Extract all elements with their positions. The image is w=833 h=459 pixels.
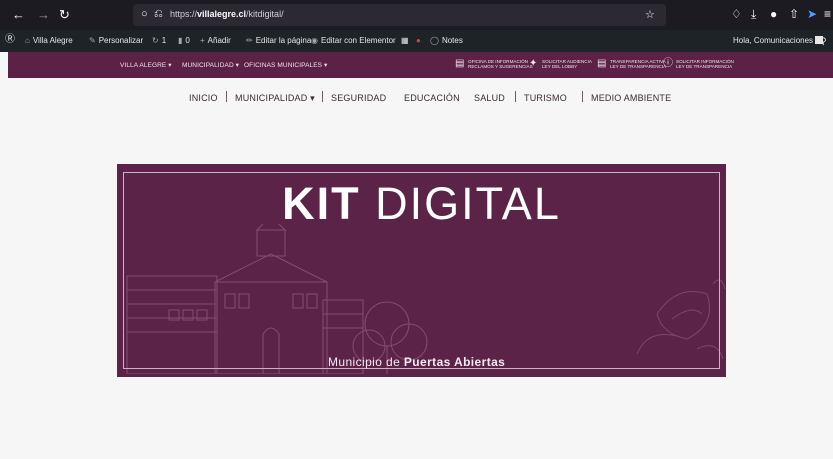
addon-icon[interactable]: ➤ (807, 7, 817, 21)
admin-comments-count: 0 (185, 36, 190, 45)
admin-notes-label: Notes (441, 36, 463, 45)
admin-greeting: Hola, Comunicaciones (733, 36, 814, 45)
url-text[interactable]: https://villalegre.cl/kitdigital/ (170, 9, 284, 19)
admin-edit-elementor-label: Editar con Elementor (320, 36, 396, 45)
topbar-link-line2: LEY DEL LOBBY (542, 64, 578, 69)
browser-toolbar: ← → ↻ ○ ⎌ https://villalegre.cl/kitdigit… (0, 0, 833, 30)
nav-separator (226, 91, 227, 102)
people-icon: ✦ (529, 58, 538, 69)
admin-add-new-label: Añadir (207, 36, 231, 45)
lock-icon[interactable]: ⎌ (154, 8, 163, 21)
admin-edit-page[interactable]: ✏ Editar la página (246, 35, 311, 47)
document-icon: ▤ (455, 58, 465, 69)
nav-item-turismo[interactable]: TURISMO (524, 93, 567, 103)
topbar-link-text: TRANSPARENCIA ACTIVA LEY DE TRANSPARENCIA (610, 59, 666, 69)
topbar-menu-municipalidad[interactable]: MUNICIPALIDAD ▾ (182, 61, 239, 69)
record-icon[interactable]: ● (416, 35, 421, 47)
admin-add-new[interactable]: + Añadir (200, 35, 231, 47)
pocket-icon[interactable]: ♢ (731, 7, 742, 21)
url-path: /kitdigital/ (246, 9, 284, 19)
admin-account[interactable]: Hola, Comunicaciones (733, 35, 824, 47)
url-domain: villalegre.cl (197, 9, 247, 19)
topbar-link-line2: RECLAMOS Y SUGERENCIAS (468, 64, 533, 69)
admin-search-icon[interactable]: ⚲ (820, 35, 827, 47)
topbar-link-line2: LEY DE TRANSPARENCIA (610, 64, 667, 69)
admin-updates-count: 1 (161, 36, 167, 45)
pencil-icon: ✏ (246, 36, 253, 45)
shield-icon[interactable]: ○ (141, 8, 148, 20)
topbar-menu-label: OFICINAS MUNICIPALES (244, 62, 323, 69)
notes-bubble-icon: ◯ (430, 36, 439, 45)
admin-customize-label: Personalizar (98, 36, 144, 45)
share-icon[interactable]: ⇧ (789, 7, 799, 21)
admin-site-name-label: Villa Alegre (32, 36, 73, 45)
menu-icon[interactable]: ≡ (824, 7, 831, 21)
nav-separator (582, 91, 583, 102)
wp-admin-bar: Ⓡ ⌂ Villa Alegre ✎ Personalizar ↻ 1 ▮ 0 + Aña… (0, 30, 833, 52)
main-nav: INICIO MUNICIPALIDAD ▾ SEGURIDAD EDUCACI… (8, 78, 833, 118)
plus-icon: + (200, 36, 205, 45)
url-prefix: https:// (170, 9, 198, 19)
banner-subtitle-prefix: Municipio de (328, 355, 401, 369)
topbar-link-text: SOLICITAR AUDIENCIA LEY DEL LOBBY (542, 59, 592, 69)
admin-edit-elementor[interactable]: ◉ Editar con Elementor (311, 35, 396, 47)
admin-notes[interactable]: ◯ Notes (430, 35, 463, 47)
nav-item-label: MUNICIPALIDAD (235, 93, 308, 103)
forward-icon[interactable]: → (37, 7, 50, 23)
nav-separator (322, 91, 323, 102)
nav-item-municipalidad[interactable]: MUNICIPALIDAD ▾ (235, 93, 315, 104)
topbar-link-text: SOLICITAR INFORMACIÓN LEY DE TRANSPARENCI… (676, 59, 734, 69)
banner-title-light: DIGITAL (375, 178, 561, 229)
admin-edit-page-label: Editar la página (255, 36, 312, 45)
nav-item-medio-ambiente[interactable]: MEDIO AMBIENTE (591, 93, 671, 103)
banner-title-bold: KIT (282, 178, 361, 229)
home-icon: ⌂ (25, 36, 30, 45)
nav-item-salud[interactable]: SALUD (474, 93, 505, 103)
address-bar[interactable]: ○ ⎌ https://villalegre.cl/kitdigital/ ☆ (133, 4, 666, 26)
banner-subtitle-bold: Puertas Abiertas (403, 355, 506, 369)
comment-icon: ▮ (178, 36, 183, 45)
bookmark-star-icon[interactable]: ☆ (645, 8, 655, 21)
topbar-menu-villa-alegre[interactable]: VILLA ALEGRE ▾ (120, 61, 172, 69)
download-icon[interactable]: ⤓ (751, 7, 756, 22)
admin-comments[interactable]: ▮ 0 (178, 35, 190, 47)
nav-separator (515, 91, 516, 102)
topbar-menu-oficinas[interactable]: OFICINAS MUNICIPALES ▾ (244, 61, 327, 69)
admin-customize[interactable]: ✎ Personalizar (89, 35, 143, 47)
reload-icon[interactable]: ↻ (59, 7, 70, 23)
admin-site-name[interactable]: ⌂ Villa Alegre (25, 35, 73, 47)
document-icon: ▤ (597, 58, 607, 69)
admin-tool-icon[interactable]: ▦ (401, 35, 409, 47)
back-icon[interactable]: ← (12, 7, 25, 23)
extension-icon[interactable]: ● (770, 7, 777, 21)
topbar-link-line2: LEY DE TRANSPARENCIA (676, 64, 733, 69)
admin-updates[interactable]: ↻ 1 (152, 35, 166, 47)
topbar-menu-label: VILLA ALEGRE (120, 62, 167, 69)
wordpress-logo-icon[interactable]: Ⓡ (5, 34, 15, 46)
updates-icon: ↻ (152, 36, 159, 45)
banner-title: KIT DIGITAL (117, 179, 726, 229)
topbar-link-text: OFICINA DE INFORMACIÓN RECLAMOS Y SUGEREN… (468, 59, 533, 69)
banner-subtitle: Municipio de Puertas Abiertas (328, 355, 505, 369)
site-top-bar: VILLA ALEGRE ▾ MUNICIPALIDAD ▾ OFICINAS … (8, 52, 833, 78)
elementor-icon: ◉ (311, 36, 318, 45)
nav-item-inicio[interactable]: INICIO (189, 93, 218, 103)
topbar-menu-label: MUNICIPALIDAD (182, 62, 234, 69)
brush-icon: ✎ (89, 36, 96, 45)
nav-item-seguridad[interactable]: SEGURIDAD (331, 93, 386, 103)
nav-item-educacion[interactable]: EDUCACIÓN (404, 93, 460, 103)
kit-digital-banner: KIT DIGITAL Municipio de Puertas Abierta… (117, 164, 726, 377)
info-icon: ⓘ (663, 58, 673, 69)
